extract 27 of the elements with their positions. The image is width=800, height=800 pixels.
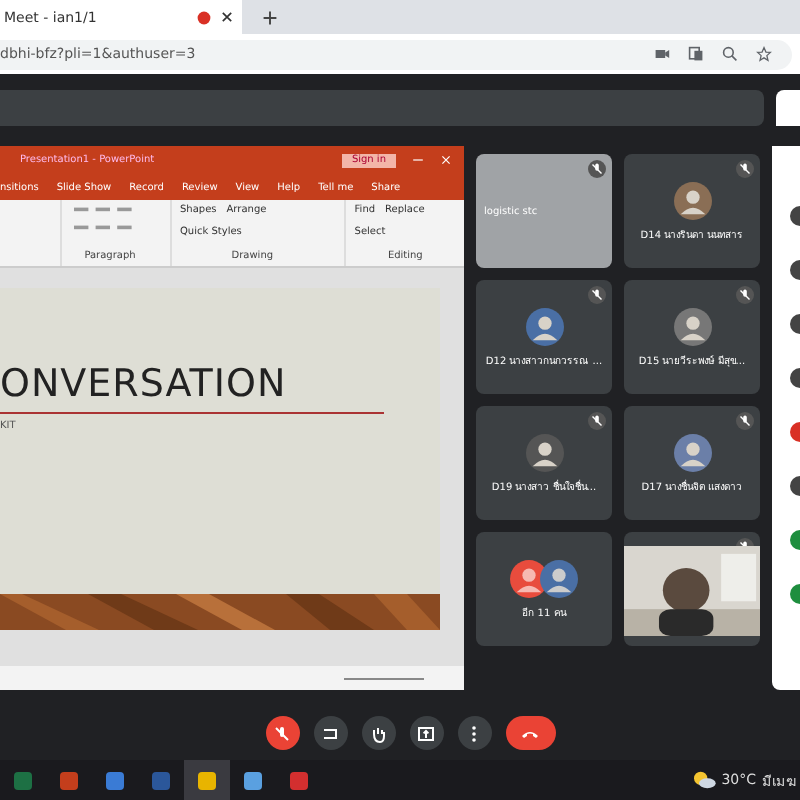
avatar-icon xyxy=(525,433,563,471)
captions-button[interactable] xyxy=(313,716,347,750)
close-icon[interactable] xyxy=(220,10,234,24)
hand-button[interactable] xyxy=(361,716,395,750)
present-icon xyxy=(416,723,436,743)
end-button[interactable] xyxy=(505,716,555,750)
hand-icon xyxy=(368,723,388,743)
captions-icon xyxy=(320,723,340,743)
zoom-icon[interactable] xyxy=(722,46,738,62)
star-icon[interactable] xyxy=(756,46,772,62)
mic-button[interactable] xyxy=(265,716,299,750)
camera-icon[interactable] xyxy=(654,46,670,62)
taskbar-app-icon[interactable] xyxy=(184,760,230,800)
cloud-sun-icon xyxy=(691,770,716,790)
present-button[interactable] xyxy=(409,716,443,750)
more-button[interactable] xyxy=(457,716,491,750)
mic-off-icon xyxy=(272,723,292,743)
side-panel-header xyxy=(776,90,800,126)
new-tab-icon[interactable] xyxy=(262,9,278,25)
minimize-icon[interactable] xyxy=(412,154,424,166)
avatar-icon xyxy=(540,559,578,597)
avatar-icon xyxy=(673,307,711,345)
slide-title: ONVERSATION xyxy=(0,362,289,406)
avatar-icon xyxy=(525,307,563,345)
avatar-icon xyxy=(673,181,711,219)
recording-icon xyxy=(196,9,212,25)
avatar-icon xyxy=(673,433,711,471)
